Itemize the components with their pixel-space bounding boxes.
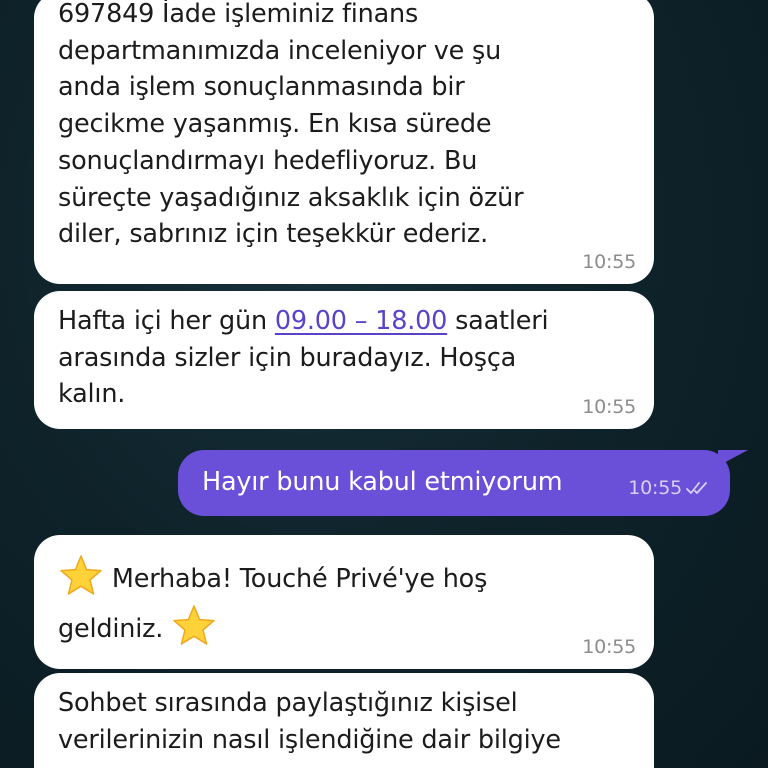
working-hours-link[interactable]: 09.00 – 18.00 <box>275 306 448 336</box>
double-check-icon <box>686 480 710 500</box>
message-timestamp: 10:55 <box>582 251 636 273</box>
star-emoji-icon <box>171 603 217 649</box>
message-text: geldiniz. <box>58 614 164 644</box>
message-line: arasında sizler için buradayız. Hoşça <box>58 342 517 373</box>
outgoing-bubble-tail <box>718 450 748 466</box>
message-line: süreçte yaşadığınız aksaklık için özür <box>58 182 524 213</box>
incoming-message-welcome[interactable]: Merhaba! Touché Privé'ye hoş geldiniz. 1… <box>34 535 654 669</box>
message-text: saatleri <box>447 306 549 336</box>
message-timestamp: 10:55 <box>582 636 636 658</box>
message-line: gecikme yaşanmış. En kısa sürede <box>58 109 492 140</box>
message-line: Hafta içi her gün 09.00 – 18.00 saatleri <box>58 303 630 340</box>
message-line: kalın. <box>58 379 126 410</box>
star-emoji-icon <box>58 553 104 599</box>
message-timestamp: 10:55 <box>582 396 636 418</box>
incoming-message-working-hours[interactable]: Hafta içi her gün 09.00 – 18.00 saatleri… <box>34 291 654 429</box>
message-line: 697849 İade işleminiz finans <box>58 0 419 29</box>
message-line: Merhaba! Touché Privé'ye hoş <box>58 553 630 603</box>
message-line: departmanımızda inceleniyor ve şu <box>58 35 502 66</box>
chat-thread: 697849 İade işleminiz finans departmanım… <box>0 0 768 768</box>
incoming-message-privacy[interactable]: Sohbet sırasında paylaştığınız kişisel v… <box>34 673 654 768</box>
message-text: Merhaba! Touché Privé'ye hoş <box>111 564 488 594</box>
message-line: diler, sabrınız için teşekkür ederiz. <box>58 219 488 250</box>
timestamp-text: 10:55 <box>628 477 682 499</box>
incoming-message-refund-status[interactable]: 697849 İade işleminiz finans departmanım… <box>34 0 654 284</box>
message-line: anda işlem sonuçlanmasında bir <box>58 72 465 103</box>
message-line: sonuçlandırmayı hedefliyoruz. Bu <box>58 145 478 176</box>
outgoing-message-reject[interactable]: Hayır bunu kabul etmiyorum 10:55 <box>178 450 730 516</box>
message-text: Hafta içi her gün <box>58 306 275 336</box>
message-line: geldiniz. <box>58 603 630 653</box>
message-line: Sohbet sırasında paylaştığınız kişisel <box>58 688 518 718</box>
message-line: verilerinizin nasıl işlendiğine dair bil… <box>58 724 561 755</box>
message-timestamp: 10:55 <box>628 478 710 500</box>
